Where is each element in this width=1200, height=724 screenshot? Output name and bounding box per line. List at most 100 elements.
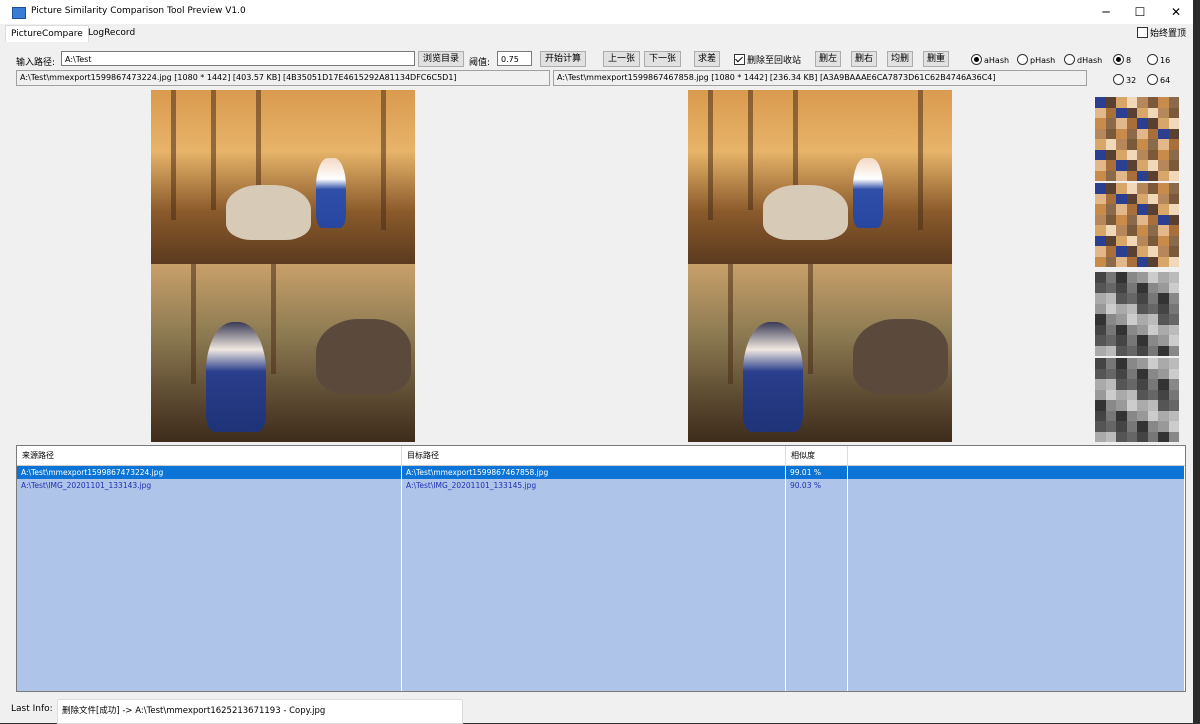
always-on-top-checkbox[interactable]: 始终置顶 (1137, 26, 1186, 39)
radio-phash[interactable]: pHash (1017, 54, 1055, 65)
cell-target: A:\Test\IMG_20201101_133145.jpg (402, 479, 786, 492)
recycle-checkbox[interactable]: 删除至回收站 (734, 53, 801, 66)
table-row[interactable]: A:\Test\mmexport1599867473224.jpg A:\Test… (17, 466, 1185, 480)
checkbox-checked-icon (734, 54, 745, 65)
cell-similarity (786, 544, 848, 557)
cell-target (402, 687, 786, 691)
table-row[interactable] (17, 505, 1185, 519)
radio-phash-label: pHash (1030, 56, 1056, 65)
cell-source (17, 544, 402, 557)
browse-button[interactable]: 浏览目录 (418, 51, 464, 67)
diff-button[interactable]: 求差 (694, 51, 720, 67)
window-title: Picture Similarity Comparison Tool Previ… (31, 6, 246, 16)
radio-ahash[interactable]: aHash (971, 54, 1009, 65)
status-bar: Last Info: 删除文件[成功] -> A:\Test\mmexport1… (0, 699, 1193, 724)
radio-size-8[interactable]: 8 (1113, 54, 1131, 65)
cell-empty (848, 635, 1185, 648)
always-on-top-label: 始终置顶 (1150, 29, 1187, 39)
cell-empty (848, 466, 1185, 479)
table-row[interactable] (17, 583, 1185, 597)
cell-empty (848, 518, 1185, 531)
title-bar: Picture Similarity Comparison Tool Previ… (0, 0, 1193, 24)
results-grid[interactable]: 来源路径 目标路径 相似度 A:\Test\mmexport1599867473… (16, 445, 1186, 692)
right-gray-thumbnail (1095, 358, 1179, 442)
right-image (688, 90, 952, 442)
cell-source (17, 570, 402, 583)
cell-target (402, 609, 786, 622)
checkbox-icon (1137, 27, 1148, 38)
tab-picture-compare[interactable]: PictureCompare (5, 25, 89, 42)
table-row[interactable]: A:\Test\IMG_20201101_133143.jpg A:\Test\I… (17, 479, 1185, 493)
radio-dhash[interactable]: dHash (1064, 54, 1102, 65)
radio-size-16-label: 16 (1160, 56, 1171, 65)
delete-right-button[interactable]: 删右 (851, 51, 877, 67)
cell-empty (848, 648, 1185, 661)
cell-source: A:\Test\IMG_20201101_133143.jpg (17, 479, 402, 492)
header-source[interactable]: 来源路径 (17, 446, 402, 465)
next-button[interactable]: 下一张 (644, 51, 681, 67)
table-row[interactable] (17, 674, 1185, 688)
table-row[interactable] (17, 687, 1185, 691)
maximize-button[interactable]: ☐ (1122, 0, 1158, 24)
cell-empty (848, 492, 1185, 505)
cell-source (17, 661, 402, 674)
radio-selected-icon (1113, 54, 1124, 65)
cell-target (402, 518, 786, 531)
delete-left-button[interactable]: 删左 (815, 51, 841, 67)
cell-similarity: 90.03 % (786, 479, 848, 492)
header-similarity[interactable]: 相似度 (786, 446, 848, 465)
tab-bar: PictureCompare LogRecord (0, 24, 1193, 42)
table-row[interactable] (17, 609, 1185, 623)
cell-target: A:\Test\mmexport1599867467858.jpg (402, 466, 786, 479)
cell-similarity (786, 518, 848, 531)
cell-empty (848, 531, 1185, 544)
table-row[interactable] (17, 518, 1185, 532)
cell-target (402, 622, 786, 635)
cell-source (17, 596, 402, 609)
cell-target (402, 661, 786, 674)
cell-similarity (786, 635, 848, 648)
start-button[interactable]: 开始计算 (540, 51, 586, 67)
radio-icon (1113, 74, 1124, 85)
table-row[interactable] (17, 544, 1185, 558)
radio-dhash-label: dHash (1077, 56, 1103, 65)
delete-both-button[interactable]: 均删 (887, 51, 913, 67)
table-row[interactable] (17, 622, 1185, 636)
cell-similarity (786, 622, 848, 635)
table-row[interactable] (17, 570, 1185, 584)
cell-empty (848, 596, 1185, 609)
cell-similarity (786, 648, 848, 661)
table-row[interactable] (17, 661, 1185, 675)
prev-button[interactable]: 上一张 (603, 51, 640, 67)
background-strip (1193, 0, 1200, 723)
radio-size-16[interactable]: 16 (1147, 54, 1170, 65)
cell-similarity (786, 583, 848, 596)
cell-empty (848, 674, 1185, 687)
radio-selected-icon (971, 54, 982, 65)
table-row[interactable] (17, 557, 1185, 571)
cell-similarity (786, 557, 848, 570)
table-row[interactable] (17, 531, 1185, 545)
table-row[interactable] (17, 648, 1185, 662)
cell-target (402, 505, 786, 518)
cell-target (402, 570, 786, 583)
status-message: 删除文件[成功] -> A:\Test\mmexport162521367119… (57, 699, 463, 724)
cell-source (17, 531, 402, 544)
path-input[interactable]: A:\Test (61, 51, 415, 66)
table-row[interactable] (17, 635, 1185, 649)
table-row[interactable] (17, 596, 1185, 610)
tab-log-record[interactable]: LogRecord (83, 25, 140, 41)
table-row[interactable] (17, 492, 1185, 506)
radio-icon (1064, 54, 1075, 65)
minimize-button[interactable]: ─ (1088, 0, 1124, 24)
radio-icon (1147, 74, 1158, 85)
radio-size-64[interactable]: 64 (1147, 74, 1170, 85)
right-image-info: A:\Test\mmexport1599867467858.jpg [1080 … (553, 70, 1087, 86)
left-gray-thumbnail (1095, 272, 1179, 356)
grid-header: 来源路径 目标路径 相似度 (17, 446, 1185, 466)
close-button[interactable]: ✕ (1158, 0, 1194, 24)
radio-size-32[interactable]: 32 (1113, 74, 1136, 85)
header-target[interactable]: 目标路径 (402, 446, 786, 465)
threshold-input[interactable]: 0.75 (497, 51, 532, 66)
delete-duplicate-button[interactable]: 删重 (923, 51, 949, 67)
